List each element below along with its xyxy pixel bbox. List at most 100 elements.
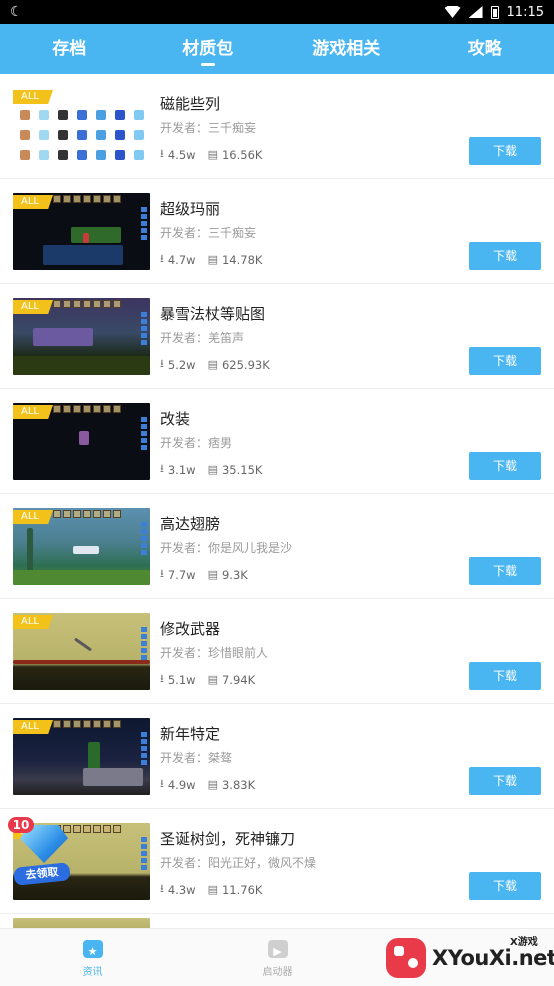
item-developer: 开发者：桀骜 — [160, 751, 233, 765]
wifi-icon — [444, 6, 461, 18]
item-title: 超级玛丽 — [160, 200, 221, 218]
download-button[interactable]: 下载 — [469, 662, 541, 690]
download-button[interactable]: 下载 — [469, 347, 541, 375]
watermark-brand: XYouXi.net — [432, 946, 554, 970]
download-count-icon: ⭳ — [160, 357, 164, 370]
hud-art — [53, 510, 143, 520]
item-stats: ⭳ 5.2w ▤ 625.93K — [160, 355, 270, 374]
promo-count: 10 — [8, 817, 34, 833]
download-count: 4.3w — [167, 882, 196, 897]
download-count: 4.5w — [167, 147, 196, 162]
file-size: 9.3K — [221, 567, 248, 582]
download-count-icon: ⭳ — [160, 252, 164, 265]
download-button[interactable]: 下载 — [469, 872, 541, 900]
all-badge: ALL — [13, 195, 53, 209]
status-time: 11:15 — [506, 4, 544, 20]
download-count: 5.2w — [167, 357, 196, 372]
download-button[interactable]: 下载 — [469, 242, 541, 270]
item-grid-art — [17, 106, 147, 164]
list-item[interactable]: ALL 改装 开发者：痞男 ⭳ 3.1w ▤ 35.15K 下载 — [0, 389, 554, 494]
list-item[interactable]: ALL 超级玛丽 开发者：三千痴妄 ⭳ 4.7w ▤ 14.78K 下载 — [0, 179, 554, 284]
tab-game-related[interactable]: 游戏相关 — [277, 24, 416, 74]
list-item[interactable]: ALL 磁能些列 开发者：三千痴妄 ⭳ 4.5w ▤ 16.56K 下载 — [0, 74, 554, 179]
tab-label: 攻略 — [467, 39, 502, 59]
watermark: X游戏 XYouXi.net — [382, 928, 554, 986]
item-title: 修改武器 — [160, 620, 221, 638]
play-icon: ▶ — [267, 940, 288, 958]
file-size: 3.83K — [221, 777, 256, 792]
item-title: 高达翅膀 — [160, 515, 221, 533]
file-size: 14.78K — [221, 252, 263, 267]
item-developer: 开发者：痞男 — [160, 436, 233, 450]
file-size: 625.93K — [221, 357, 270, 372]
download-count-icon: ⭳ — [160, 462, 164, 475]
list-item[interactable]: ALL 新年特定 开发者：桀骜 ⭳ 4.9w ▤ 3.83K 下载 — [0, 704, 554, 809]
file-size: 16.56K — [221, 147, 263, 162]
list-item[interactable]: ALL 暴雪法杖等贴图 开发者：羌笛声 ⭳ 5.2w ▤ 625.93K 下载 — [0, 284, 554, 389]
download-count-icon: ⭳ — [160, 672, 164, 685]
item-title: 暴雪法杖等贴图 — [160, 305, 266, 323]
list-item[interactable]: ALL 10 去领取 圣诞树剑，死神镰刀 开发者：阳光正好，微风不燥 ⭳4.3w… — [0, 809, 554, 914]
nav-label: 启动器 — [262, 967, 293, 978]
list-item[interactable]: ALL 高达翅膀 开发者：你是风儿我是沙 ⭳ 7.7w ▤ 9.3K 下载 — [0, 494, 554, 599]
download-count: 4.9w — [167, 777, 196, 792]
signal-icon — [468, 6, 483, 18]
tab-label: 游戏相关 — [312, 39, 381, 59]
item-stats: ⭳ 4.9w ▤ 3.83K — [160, 775, 255, 794]
file-size-icon: ▤ — [207, 673, 218, 686]
download-count: 4.7w — [167, 252, 196, 267]
hud-art — [53, 195, 143, 205]
download-count-icon: ⭳ — [160, 777, 164, 790]
news-icon: ★ — [82, 940, 103, 958]
nav-launcher[interactable]: ▶ 启动器 — [185, 929, 370, 986]
hud-art — [53, 405, 143, 415]
list-item[interactable]: ALL 修改武器 开发者：珍惜眼前人 ⭳ 5.1w ▤ 7.94K 下载 — [0, 599, 554, 704]
hud-art — [53, 720, 143, 730]
file-size-icon: ▤ — [207, 778, 218, 791]
download-button[interactable]: 下载 — [469, 137, 541, 165]
item-thumbnail: ALL — [13, 613, 150, 690]
all-badge: ALL — [13, 90, 53, 104]
download-button[interactable]: 下载 — [469, 557, 541, 585]
hud-art — [141, 837, 147, 897]
file-size-icon: ▤ — [207, 358, 218, 371]
item-thumbnail: ALL — [13, 193, 150, 270]
promo-claim-label: 去领取 — [13, 862, 71, 886]
file-size-icon: ▤ — [207, 463, 218, 476]
list-item-partial — [0, 914, 554, 928]
item-thumbnail — [13, 918, 150, 928]
item-developer: 开发者：你是风儿我是沙 — [160, 541, 293, 555]
item-stats: ⭳ 5.1w ▤ 7.94K — [160, 670, 255, 689]
item-developer: 开发者：三千痴妄 — [160, 226, 257, 240]
item-stats: ⭳ 3.1w ▤ 35.15K — [160, 460, 262, 479]
item-thumbnail: ALL — [13, 88, 150, 165]
download-button[interactable]: 下载 — [469, 767, 541, 795]
item-developer: 开发者：三千痴妄 — [160, 121, 257, 135]
item-stats: ⭳ 4.3w ▤ 11.76K — [160, 880, 262, 899]
nav-label: 资讯 — [82, 967, 103, 978]
hud-art — [141, 627, 147, 687]
texture-pack-list: ALL 磁能些列 开发者：三千痴妄 ⭳ 4.5w ▤ 16.56K 下载 ALL 超… — [0, 74, 554, 928]
item-thumbnail: ALL — [13, 298, 150, 375]
item-thumbnail: ALL — [13, 403, 150, 480]
tab-guides[interactable]: 攻略 — [416, 24, 554, 74]
file-size-icon: ▤ — [207, 883, 218, 896]
all-badge: ALL — [13, 510, 53, 524]
download-count-icon: ⭳ — [160, 147, 164, 160]
file-size-icon: ▤ — [207, 253, 218, 266]
hud-art — [141, 417, 147, 477]
tab-texture-packs[interactable]: 材质包 — [139, 24, 278, 74]
item-developer: 开发者：羌笛声 — [160, 331, 245, 345]
promo-badge[interactable]: 10 去领取 — [8, 817, 76, 887]
nav-news[interactable]: ★ 资讯 — [0, 929, 185, 986]
file-size: 7.94K — [221, 672, 256, 687]
item-stats: ⭳ 4.7w ▤ 14.78K — [160, 250, 262, 269]
item-developer: 开发者：阳光正好，微风不燥 — [160, 856, 317, 870]
active-tab-indicator — [200, 63, 215, 66]
tab-saves[interactable]: 存档 — [0, 24, 139, 74]
download-button[interactable]: 下载 — [469, 452, 541, 480]
tab-label: 材质包 — [182, 39, 234, 59]
battery-icon — [490, 5, 499, 19]
item-thumbnail: ALL — [13, 718, 150, 795]
file-size-icon: ▤ — [207, 148, 218, 161]
